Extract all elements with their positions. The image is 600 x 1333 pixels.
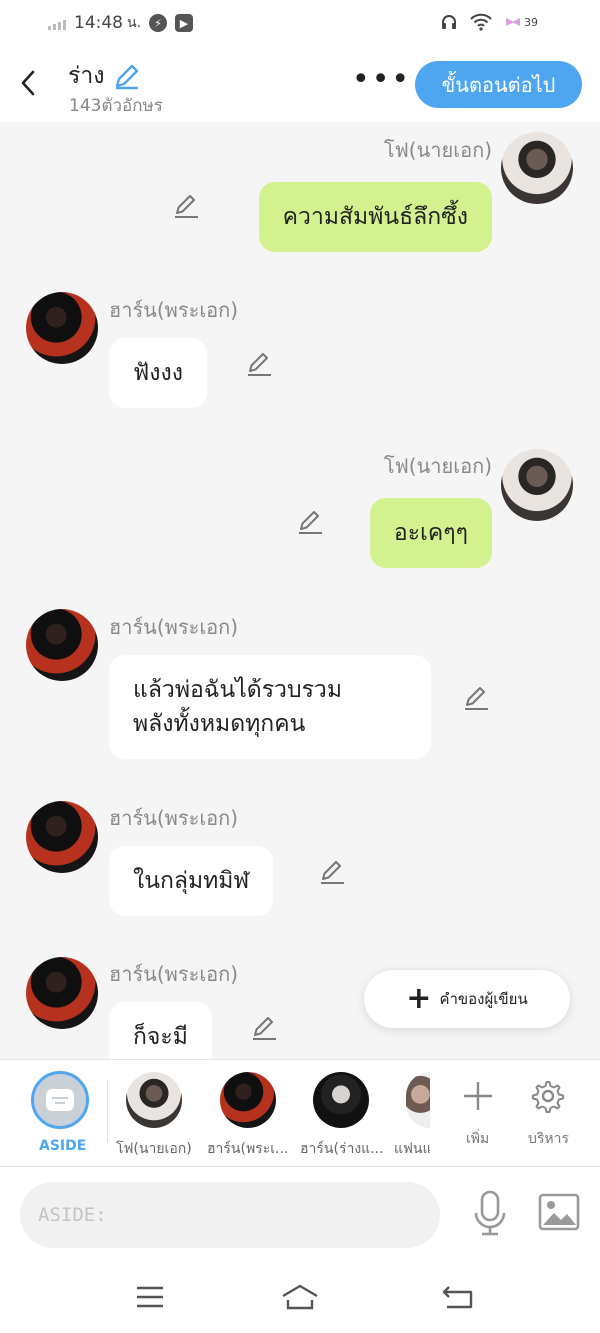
messenger-icon: ⚡ (149, 14, 168, 32)
pencil-icon[interactable] (245, 350, 273, 378)
status-right: 39 (440, 13, 538, 31)
avatar-harn[interactable] (26, 957, 98, 1029)
plus-icon (464, 1082, 492, 1110)
manage-button[interactable] (528, 1076, 568, 1116)
wifi-icon (470, 13, 492, 31)
more-options-button[interactable]: ••• (352, 65, 411, 95)
pencil-icon[interactable] (250, 1014, 278, 1042)
character-label: โฟ(นายเอก) (116, 1141, 192, 1157)
sender-name: ฮาร์น(พระเอก) (109, 962, 239, 986)
gear-icon (532, 1081, 564, 1113)
avatar-fo[interactable] (501, 132, 573, 204)
character-label: ฮาร์น(พระเ... (207, 1141, 289, 1157)
avatar-harn[interactable] (26, 609, 98, 681)
message-bubble[interactable]: แล้วพ่อฉันได้รวบรวม พลังทั้งหมดทุกคน (109, 655, 431, 759)
aside-button[interactable] (31, 1071, 89, 1129)
aside-label: ASIDE (39, 1138, 87, 1154)
back-button[interactable] (14, 66, 42, 100)
character-avatar-harn-alt[interactable] (313, 1072, 369, 1128)
headphones-icon (442, 15, 456, 29)
chat-area[interactable]: โฟ(นายเอก) ความสัมพันธ์ลึกซึ้ง ฮาร์น(พระ… (0, 122, 600, 1059)
character-label: ฮาร์น(ร่างแ... (300, 1141, 384, 1157)
message-bubble[interactable]: ความสัมพันธ์ลึกซึ้ง (258, 182, 492, 252)
sender-name: โฟ(นายเอก) (383, 454, 492, 478)
pencil-icon[interactable] (462, 684, 490, 712)
add-character-button[interactable] (458, 1076, 498, 1116)
edit-title-icon[interactable] (113, 62, 141, 90)
nav-home-button[interactable] (280, 1281, 320, 1313)
header: ร่าง 143ตัวอักษร ••• ขั้นตอนต่อไป (0, 48, 600, 122)
navigation-bar (0, 1259, 600, 1333)
pencil-icon[interactable] (296, 508, 324, 536)
image-icon (538, 1193, 580, 1231)
battery-icon (506, 18, 520, 26)
message-bubble[interactable]: ก็จะมี (109, 1002, 212, 1059)
aside-icon (46, 1089, 74, 1111)
back-arrow-icon (21, 70, 35, 96)
avatar-harn[interactable] (26, 801, 98, 873)
message-bubble[interactable]: ในกลุ่มทมิฬ (109, 846, 274, 916)
character-label: แฟนแ (394, 1141, 430, 1157)
character-avatar-fan[interactable] (406, 1072, 430, 1128)
message-bubble[interactable]: ฟังงง (109, 338, 207, 408)
divider (107, 1080, 108, 1142)
page-title[interactable]: ร่าง (68, 58, 141, 94)
avatar-fo[interactable] (501, 449, 573, 521)
message-bubble[interactable]: อะเคๆๆ (369, 498, 492, 568)
author-note-button[interactable]: + คำของผู้เขียน (364, 970, 570, 1028)
message-input[interactable] (20, 1182, 440, 1248)
microphone-icon (474, 1190, 506, 1236)
battery-level: 39 (524, 15, 538, 29)
avatar-harn[interactable] (26, 292, 98, 364)
character-avatar-fo[interactable] (126, 1072, 182, 1128)
character-bar: ASIDE โฟ(นายเอก) ฮาร์น(พระเ... ฮาร์น(ร่า… (0, 1059, 600, 1167)
battery-indicator: 39 (504, 15, 538, 29)
title-text: ร่าง (68, 63, 105, 89)
next-step-button[interactable]: ขั้นตอนต่อไป (415, 61, 582, 108)
image-button[interactable] (538, 1193, 580, 1231)
signal-icon (48, 16, 66, 30)
author-note-label: คำของผู้เขียน (439, 990, 528, 1008)
message-line: พลังทั้งหมดทุกคน (133, 711, 306, 737)
input-row (0, 1167, 600, 1259)
sender-name: โฟ(นายเอก) (383, 138, 492, 162)
return-icon (442, 1286, 473, 1309)
pencil-icon[interactable] (172, 192, 200, 220)
message-line: แล้วพ่อฉันได้รวบรวม (133, 677, 342, 703)
nav-menu-button[interactable] (130, 1281, 170, 1313)
character-avatar-harn[interactable] (220, 1072, 276, 1128)
status-left: 14:48 น. ⚡ ▶ (48, 12, 194, 34)
status-bar: 14:48 น. ⚡ ▶ 39 (0, 0, 600, 48)
menu-icon (137, 1286, 163, 1308)
sender-name: ฮาร์น(พระเอก) (109, 298, 239, 322)
home-icon (282, 1284, 318, 1310)
youtube-icon: ▶ (175, 14, 194, 32)
pencil-icon[interactable] (318, 858, 346, 886)
sender-name: ฮาร์น(พระเอก) (109, 806, 239, 830)
add-label: เพิ่ม (466, 1131, 490, 1147)
manage-label: บริหาร (528, 1131, 570, 1147)
nav-back-button[interactable] (438, 1281, 478, 1313)
microphone-button[interactable] (470, 1189, 510, 1237)
sender-name: ฮาร์น(พระเอก) (109, 615, 239, 639)
status-time: 14:48 (74, 13, 123, 33)
character-count: 143ตัวอักษร (69, 96, 163, 116)
status-time-suffix: น. (127, 15, 142, 31)
plus-icon: + (406, 981, 432, 1016)
